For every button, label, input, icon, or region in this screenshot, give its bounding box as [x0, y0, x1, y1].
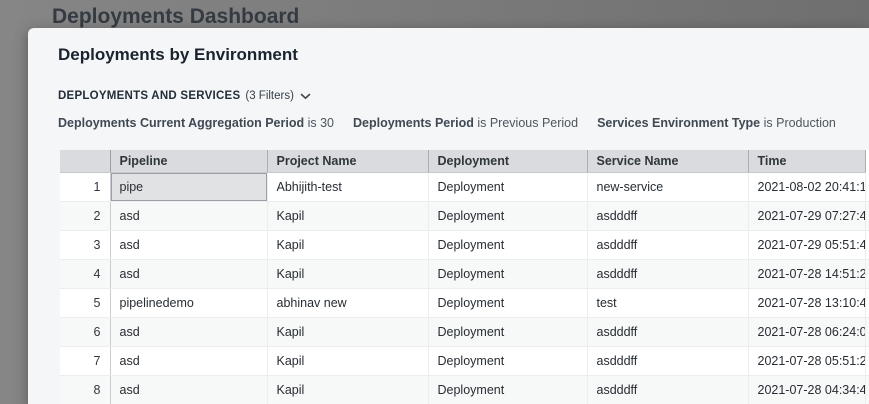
- table-cell[interactable]: 2021-07-29 05:51:45: [748, 231, 865, 260]
- table-cell[interactable]: asd: [110, 231, 267, 260]
- column-header-service-name[interactable]: Service Name: [587, 150, 748, 173]
- table-cell[interactable]: Kapil: [267, 376, 428, 404]
- row-number-cell: 6: [60, 318, 110, 347]
- table-cell[interactable]: Deployment: [428, 173, 587, 202]
- table-row: 6asdKapilDeploymentasdddff2021-07-28 06:…: [60, 318, 869, 347]
- chevron-down-icon: [300, 91, 311, 103]
- deployments-dashboard-screen: { "backdrop": { "page_title": "Deploymen…: [0, 0, 869, 404]
- table-cell[interactable]: asdddff: [587, 347, 748, 376]
- table-cell[interactable]: 2021-07-28 06:24:00: [748, 318, 865, 347]
- table-cell[interactable]: 2021-07-28 05:51:28: [748, 347, 865, 376]
- table-cell[interactable]: asdddff: [587, 376, 748, 404]
- table-row: 5pipelinedemoabhinav newDeploymenttest20…: [60, 289, 869, 318]
- table-row: 1pipeAbhijith-testDeploymentnew-service2…: [60, 173, 869, 202]
- row-right-gutter: [865, 289, 869, 318]
- table-cell[interactable]: asdddff: [587, 318, 748, 347]
- row-right-gutter: [865, 202, 869, 231]
- table-right-gutter: [865, 150, 869, 173]
- table-cell[interactable]: Deployment: [428, 347, 587, 376]
- table-cell[interactable]: Abhijith-test: [267, 173, 428, 202]
- table-cell[interactable]: 2021-08-02 20:41:18: [748, 173, 865, 202]
- column-header-deployment[interactable]: Deployment: [428, 150, 587, 173]
- table-cell[interactable]: asd: [110, 260, 267, 289]
- table-cell[interactable]: asd: [110, 376, 267, 404]
- table-row: 4asdKapilDeploymentasdddff2021-07-28 14:…: [60, 260, 869, 289]
- table-body: 1pipeAbhijith-testDeploymentnew-service2…: [60, 173, 869, 404]
- panel-title: Deployments by Environment: [58, 45, 298, 65]
- filter-count-label: (3 Filters): [245, 90, 294, 102]
- table-cell[interactable]: Deployment: [428, 376, 587, 404]
- table-row: 2asdKapilDeploymentasdddff2021-07-29 07:…: [60, 202, 869, 231]
- row-number-cell: 1: [60, 173, 110, 202]
- column-header-time[interactable]: Time: [748, 150, 865, 173]
- table-cell[interactable]: test: [587, 289, 748, 318]
- table-cell[interactable]: asd: [110, 202, 267, 231]
- table-cell[interactable]: Kapil: [267, 318, 428, 347]
- table-row: 3asdKapilDeploymentasdddff2021-07-29 05:…: [60, 231, 869, 260]
- table-cell[interactable]: Deployment: [428, 289, 587, 318]
- table-cell[interactable]: Deployment: [428, 231, 587, 260]
- table-cell[interactable]: asdddff: [587, 260, 748, 289]
- row-right-gutter: [865, 173, 869, 202]
- filter-item: Services Environment Type is Production: [597, 116, 836, 130]
- row-right-gutter: [865, 231, 869, 260]
- row-right-gutter: [865, 376, 869, 404]
- table-cell[interactable]: 2021-07-29 07:27:44: [748, 202, 865, 231]
- row-number-cell: 7: [60, 347, 110, 376]
- table-row: 7asdKapilDeploymentasdddff2021-07-28 05:…: [60, 347, 869, 376]
- row-number-cell: 2: [60, 202, 110, 231]
- deployments-table: PipelineProject NameDeploymentService Na…: [60, 150, 869, 404]
- filter-item: Deployments Current Aggregation Period i…: [58, 116, 334, 130]
- table-cell[interactable]: Kapil: [267, 231, 428, 260]
- dashboard-page-title: Deployments Dashboard: [52, 5, 299, 29]
- table-cell[interactable]: Deployment: [428, 202, 587, 231]
- active-filters-row: Deployments Current Aggregation Period i…: [58, 116, 836, 130]
- filter-item: Deployments Period is Previous Period: [353, 116, 578, 130]
- table-cell[interactable]: Kapil: [267, 260, 428, 289]
- filter-section-toggle[interactable]: DEPLOYMENTS AND SERVICES (3 Filters): [58, 89, 311, 103]
- row-right-gutter: [865, 318, 869, 347]
- table-cell[interactable]: 2021-07-28 14:51:23: [748, 260, 865, 289]
- column-header-pipeline[interactable]: Pipeline: [110, 150, 267, 173]
- row-number-cell: 3: [60, 231, 110, 260]
- row-number-cell: 5: [60, 289, 110, 318]
- table-cell[interactable]: asd: [110, 318, 267, 347]
- table-cell[interactable]: Deployment: [428, 260, 587, 289]
- table-cell[interactable]: Kapil: [267, 202, 428, 231]
- table-cell[interactable]: Kapil: [267, 347, 428, 376]
- row-right-gutter: [865, 347, 869, 376]
- table-cell[interactable]: pipelinedemo: [110, 289, 267, 318]
- table-scroll-area[interactable]: PipelineProject NameDeploymentService Na…: [60, 150, 869, 404]
- row-number-header: [60, 150, 110, 173]
- table-cell[interactable]: 2021-07-28 13:10:46: [748, 289, 865, 318]
- column-header-project-name[interactable]: Project Name: [267, 150, 428, 173]
- table-row: 8asdKapilDeploymentasdddff2021-07-28 04:…: [60, 376, 869, 404]
- table-cell[interactable]: asdddff: [587, 202, 748, 231]
- drilldown-panel: Deployments by Environment DEPLOYMENTS A…: [28, 28, 869, 404]
- table-cell[interactable]: new-service: [587, 173, 748, 202]
- table-cell[interactable]: asdddff: [587, 231, 748, 260]
- table-header-row: PipelineProject NameDeploymentService Na…: [60, 150, 869, 173]
- row-right-gutter: [865, 260, 869, 289]
- table-cell[interactable]: 2021-07-28 04:34:45: [748, 376, 865, 404]
- selected-cell[interactable]: pipe: [110, 173, 267, 202]
- table-cell[interactable]: abhinav new: [267, 289, 428, 318]
- filter-section-label: DEPLOYMENTS AND SERVICES: [58, 90, 240, 102]
- row-number-cell: 4: [60, 260, 110, 289]
- table-cell[interactable]: asd: [110, 347, 267, 376]
- row-number-cell: 8: [60, 376, 110, 404]
- table-cell[interactable]: Deployment: [428, 318, 587, 347]
